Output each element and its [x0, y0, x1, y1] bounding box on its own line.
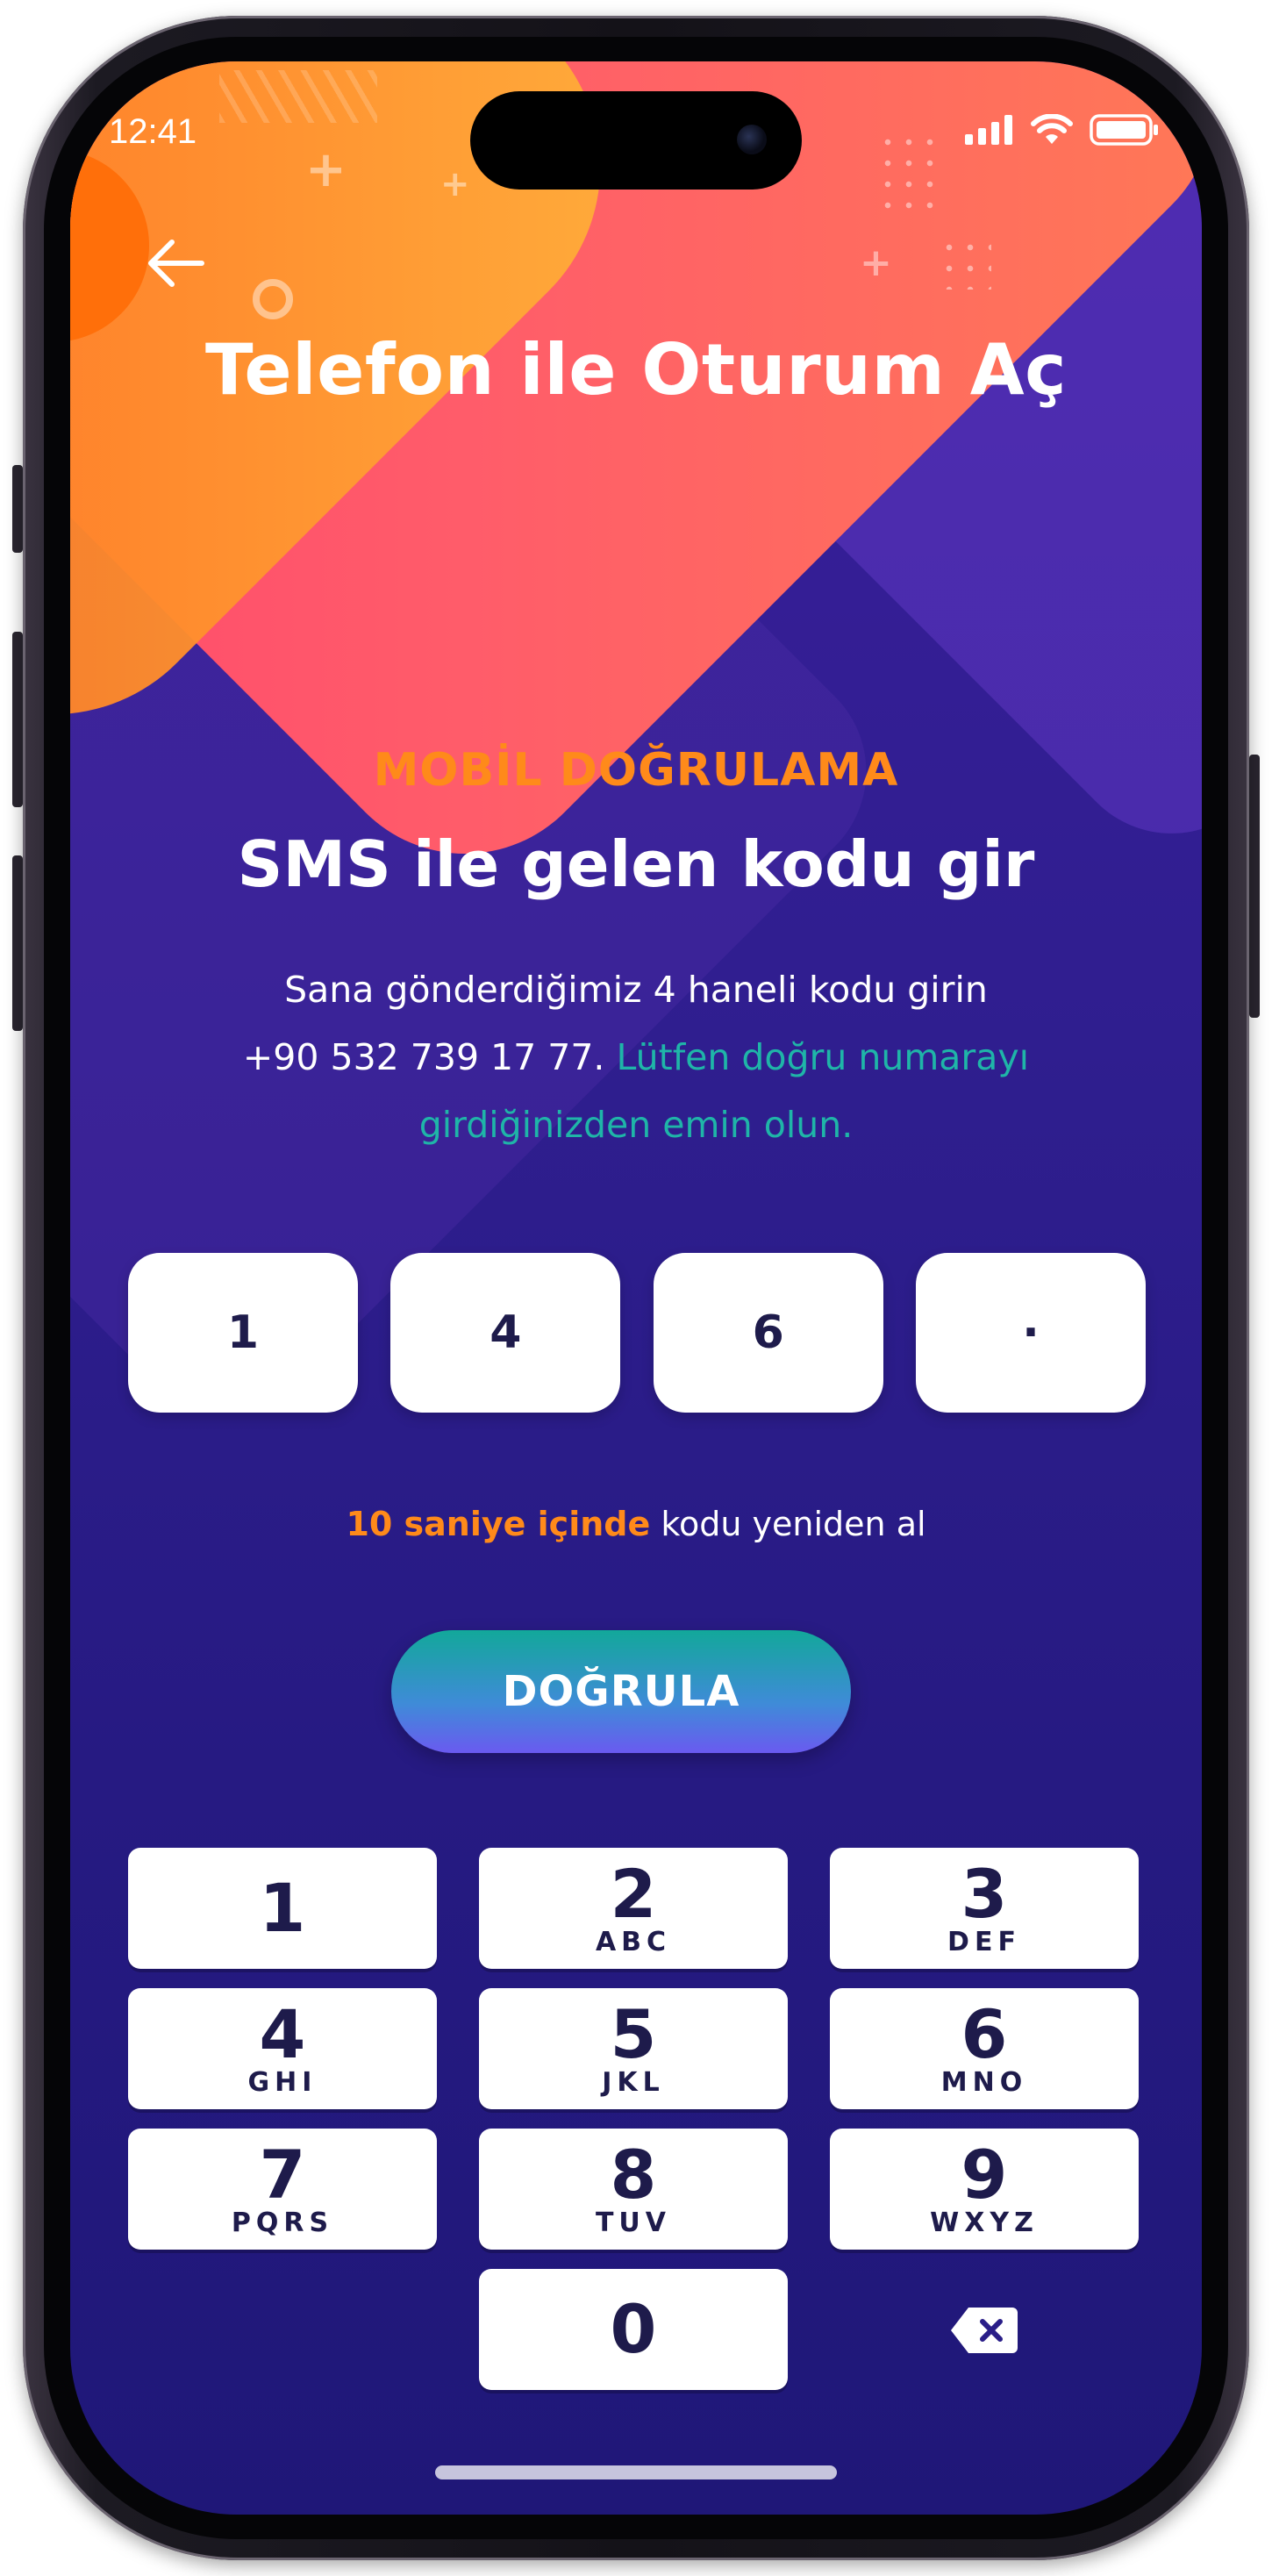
- status-icons: [965, 112, 1160, 147]
- verification-heading: SMS ile gelen kodu gir: [237, 827, 1035, 901]
- key-digit: 6: [961, 1995, 1008, 2073]
- decor-dot-grid: [877, 132, 947, 219]
- keypad-key-9[interactable]: 9 WXYZ: [830, 2129, 1139, 2250]
- volume-down-button: [12, 855, 23, 1031]
- key-letters: WXYZ: [930, 2207, 1039, 2238]
- key-digit: 5: [610, 1995, 657, 2073]
- dynamic-island: [470, 91, 802, 190]
- verification-eyebrow: MOBİL DOĞRULAMA: [373, 744, 899, 797]
- keypad-key-0[interactable]: 0: [479, 2269, 788, 2390]
- volume-up-button: [12, 632, 23, 807]
- description-warning-cont: girdiğinizden emin olun.: [418, 1104, 854, 1146]
- status-time: 12:41: [109, 112, 197, 151]
- key-letters: ABC: [595, 1927, 672, 1957]
- decor-ring-icon: [253, 279, 293, 319]
- keypad-key-1[interactable]: 1: [128, 1848, 437, 1969]
- keypad-key-4[interactable]: 4 GHI: [128, 1988, 437, 2109]
- key-letters: TUV: [595, 2207, 672, 2238]
- decor-plus-icon: +: [440, 164, 470, 204]
- decor-dot-grid: [939, 237, 991, 290]
- keypad-key-7[interactable]: 7 PQRS: [128, 2129, 437, 2250]
- key-letters: GHI: [247, 2067, 318, 2098]
- action-button: [12, 465, 23, 553]
- backspace-icon[interactable]: [949, 2304, 1019, 2357]
- key-digit: 1: [259, 1869, 306, 1947]
- key-digit: 2: [610, 1855, 657, 1933]
- decor-plus-icon: +: [860, 240, 892, 285]
- key-digit: 8: [610, 2136, 657, 2214]
- description-line: Sana gönderdiğimiz 4 haneli kodu girin: [284, 969, 988, 1011]
- otp-digit-3[interactable]: 6: [653, 1253, 883, 1413]
- otp-digit-1[interactable]: 1: [128, 1253, 358, 1413]
- otp-digit-4[interactable]: ·: [915, 1253, 1146, 1413]
- page-title: Telefon ile Oturum Aç: [204, 329, 1068, 411]
- otp-input-row: 1 4 6 ·: [128, 1253, 1146, 1413]
- description-warning: Lütfen doğru numarayı: [616, 1036, 1030, 1078]
- power-button: [1249, 755, 1260, 1018]
- verification-description: Sana gönderdiğimiz 4 haneli kodu girin +…: [202, 956, 1070, 1159]
- decor-stripes: [219, 70, 377, 123]
- key-letters: JKL: [602, 2067, 665, 2098]
- verify-button[interactable]: DOĞRULA: [391, 1630, 851, 1753]
- otp-digit-2[interactable]: 4: [390, 1253, 621, 1413]
- phone-number: +90 532 739 17 77.: [242, 1036, 605, 1078]
- key-digit: 4: [259, 1995, 306, 2073]
- key-letters: MNO: [940, 2067, 1028, 2098]
- keypad-key-3[interactable]: 3 DEF: [830, 1848, 1139, 1969]
- keypad-key-6[interactable]: 6 MNO: [830, 1988, 1139, 2109]
- battery-icon: [1090, 114, 1158, 146]
- resend-countdown: 10 saniye içinde: [346, 1505, 651, 1543]
- resend-code-text[interactable]: 10 saniye içinde kodu yeniden al: [70, 1505, 1202, 1543]
- keypad-key-2[interactable]: 2 ABC: [479, 1848, 788, 1969]
- key-digit: 7: [259, 2136, 306, 2214]
- decor-plus-icon: +: [305, 141, 347, 198]
- keypad-key-5[interactable]: 5 JKL: [479, 1988, 788, 2109]
- camera-icon: [737, 125, 767, 154]
- screen: + + + 12:41 Telefon ile Oturum Aç MOBİL …: [70, 61, 1202, 2515]
- key-letters: DEF: [947, 1927, 1021, 1957]
- cellular-signal-icon: [965, 115, 1012, 145]
- key-digit: 3: [961, 1855, 1008, 1933]
- resend-label: kodu yeniden al: [661, 1505, 926, 1543]
- key-digit: 9: [961, 2136, 1008, 2214]
- wifi-icon: [1031, 114, 1073, 144]
- key-letters: PQRS: [231, 2207, 334, 2238]
- key-digit: 0: [610, 2290, 657, 2368]
- keypad-key-8[interactable]: 8 TUV: [479, 2129, 788, 2250]
- device-stage: + + + 12:41 Telefon ile Oturum Aç MOBİL …: [0, 0, 1272, 2576]
- back-arrow-icon[interactable]: [140, 228, 211, 298]
- home-indicator[interactable]: [435, 2465, 837, 2479]
